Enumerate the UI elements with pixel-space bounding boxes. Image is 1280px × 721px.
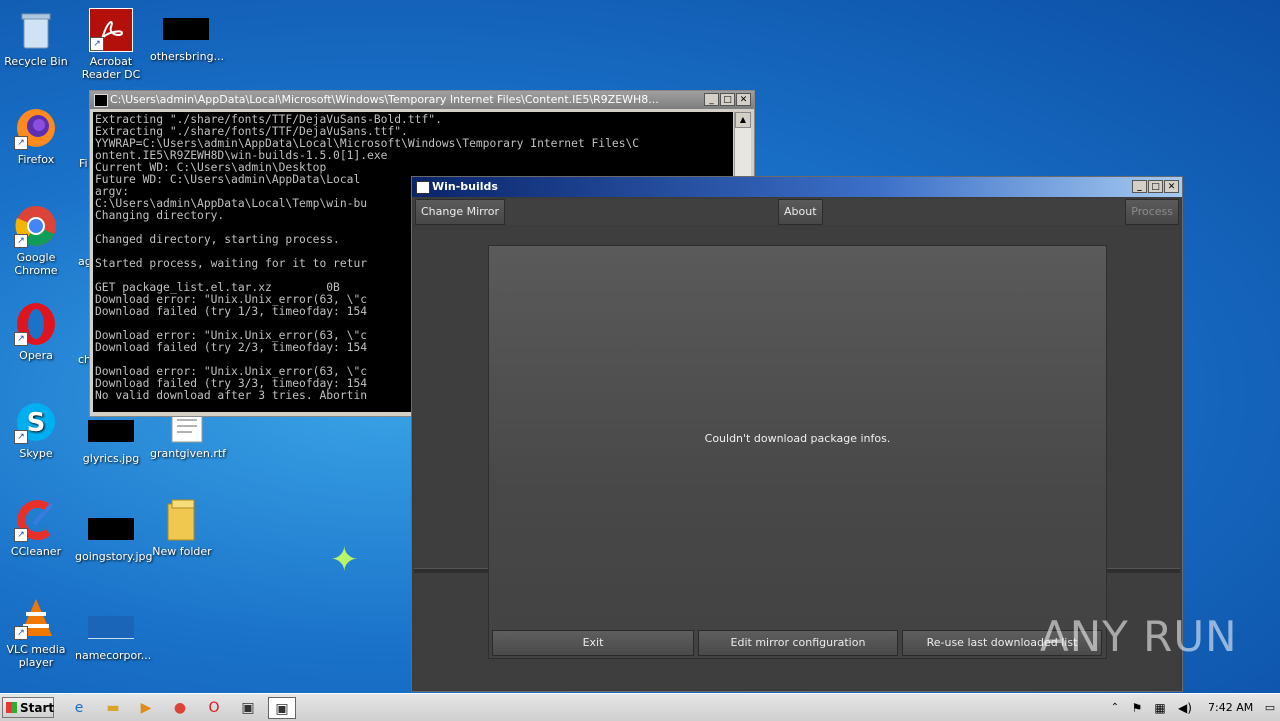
image-file-icon [88,420,134,442]
recycle-bin-icon [14,8,58,52]
skype-icon: S ↗ [14,400,58,444]
folder-icon [160,498,204,542]
winbuilds-title: Win-builds [432,180,498,193]
close-button[interactable]: ✕ [1164,180,1179,193]
maximize-button[interactable]: □ [1148,180,1163,193]
wallpaper-logo-icon: ✦ [330,540,359,580]
winbuilds-titlebar[interactable]: Win-builds _ □ ✕ [412,177,1182,197]
console-app-icon [94,94,108,107]
file-thumbnail-icon [88,616,134,639]
desktop-icon-othersbring[interactable]: othersbring... [150,8,224,63]
about-button[interactable]: About [778,199,823,225]
desktop-icon-ccleaner[interactable]: ↗ CCleaner [0,498,72,558]
maximize-button[interactable]: □ [720,93,735,106]
close-button[interactable]: ✕ [736,93,751,106]
action-center-flag-icon[interactable]: ⚑ [1128,697,1146,719]
desktop-icon-goingstory[interactable]: goingstory.jpg [75,508,152,563]
minimize-button[interactable]: _ [704,93,719,106]
shortcut-arrow-icon: ↗ [14,528,28,542]
start-button[interactable]: Start [2,697,54,718]
desktop-icon-opera[interactable]: ↗ Opera [0,302,72,362]
anyrun-watermark: ANY RUN [1040,612,1238,661]
exit-button[interactable]: Exit [492,630,694,656]
desktop-icon-new-folder[interactable]: New folder [146,498,218,558]
desktop-icon-glyrics[interactable]: glyrics.jpg [75,410,147,465]
winbuilds-toolbar: Change Mirror About Process [414,199,1180,225]
desktop-icon-firefox[interactable]: ↗ Firefox [0,106,72,166]
shortcut-arrow-icon: ↗ [14,136,28,150]
shortcut-arrow-icon: ↗ [14,626,28,640]
desktop-icon-acrobat[interactable]: ↗ Acrobat Reader DC [75,8,147,81]
image-file-icon [88,518,134,540]
desktop-icon-vlc[interactable]: ↗ VLC media player [0,596,72,669]
shortcut-arrow-icon: ↗ [14,234,28,248]
scroll-up-icon[interactable]: ▲ [735,112,751,128]
show-hidden-icons-icon[interactable]: ⌃ [1108,697,1122,719]
error-dialog-panel: Couldn't download package infos. Exit Ed… [488,245,1107,659]
opera-icon: ↗ [14,302,58,346]
desktop-icon-namecorpor[interactable]: namecorpor... [75,606,151,662]
desktop-icon-skype[interactable]: S ↗ Skype [0,400,72,460]
windows-logo-icon [6,702,17,713]
volume-icon[interactable]: ◀) [1176,697,1194,719]
process-button[interactable]: Process [1125,199,1179,225]
acrobat-reader-icon: ↗ [89,8,133,52]
error-message: Couldn't download package infos. [704,432,891,445]
console-taskbar-icon[interactable]: ▣ [234,697,262,719]
change-mirror-button[interactable]: Change Mirror [415,199,506,225]
explorer-icon[interactable]: ▬ [102,697,124,719]
console-title: C:\Users\admin\AppData\Local\Microsoft\W… [110,93,659,106]
edit-mirror-button[interactable]: Edit mirror configuration [698,630,898,656]
winbuilds-taskbar-icon[interactable]: ▣ [268,697,296,719]
minimize-button[interactable]: _ [1132,180,1147,193]
clock[interactable]: 7:42 AM [1208,701,1253,714]
media-player-icon[interactable]: ▶ [135,697,157,719]
vlc-icon: ↗ [14,596,58,640]
ccleaner-icon: ↗ [14,498,58,542]
taskbar: Start e ▬ ▶ ● O ▣ ▣ ⌃ ⚑ ▦ ◀) 7:42 AM ▭ [0,693,1280,721]
shortcut-arrow-icon: ↗ [14,332,28,346]
show-desktop-icon[interactable]: ▭ [1262,697,1278,719]
chrome-icon: ↗ [14,204,58,248]
shortcut-arrow-icon: ↗ [14,430,28,444]
desktop-icon-recycle-bin[interactable]: Recycle Bin [0,8,72,68]
ie-icon[interactable]: e [68,697,90,719]
file-thumbnail-icon [163,18,209,40]
firefox-icon: ↗ [14,106,58,150]
console-titlebar[interactable]: C:\Users\admin\AppData\Local\Microsoft\W… [90,91,754,109]
winbuilds-app-icon [416,181,430,194]
shortcut-arrow-icon: ↗ [90,37,104,51]
svg-text:S: S [27,408,46,438]
desktop-icon-chrome[interactable]: ↗ Google Chrome [0,204,72,277]
desktop-label-partial-fi: Fi [79,157,88,170]
network-icon[interactable]: ▦ [1151,697,1169,719]
opera-taskbar-icon[interactable]: O [203,697,225,719]
chrome-taskbar-icon[interactable]: ● [169,697,191,719]
